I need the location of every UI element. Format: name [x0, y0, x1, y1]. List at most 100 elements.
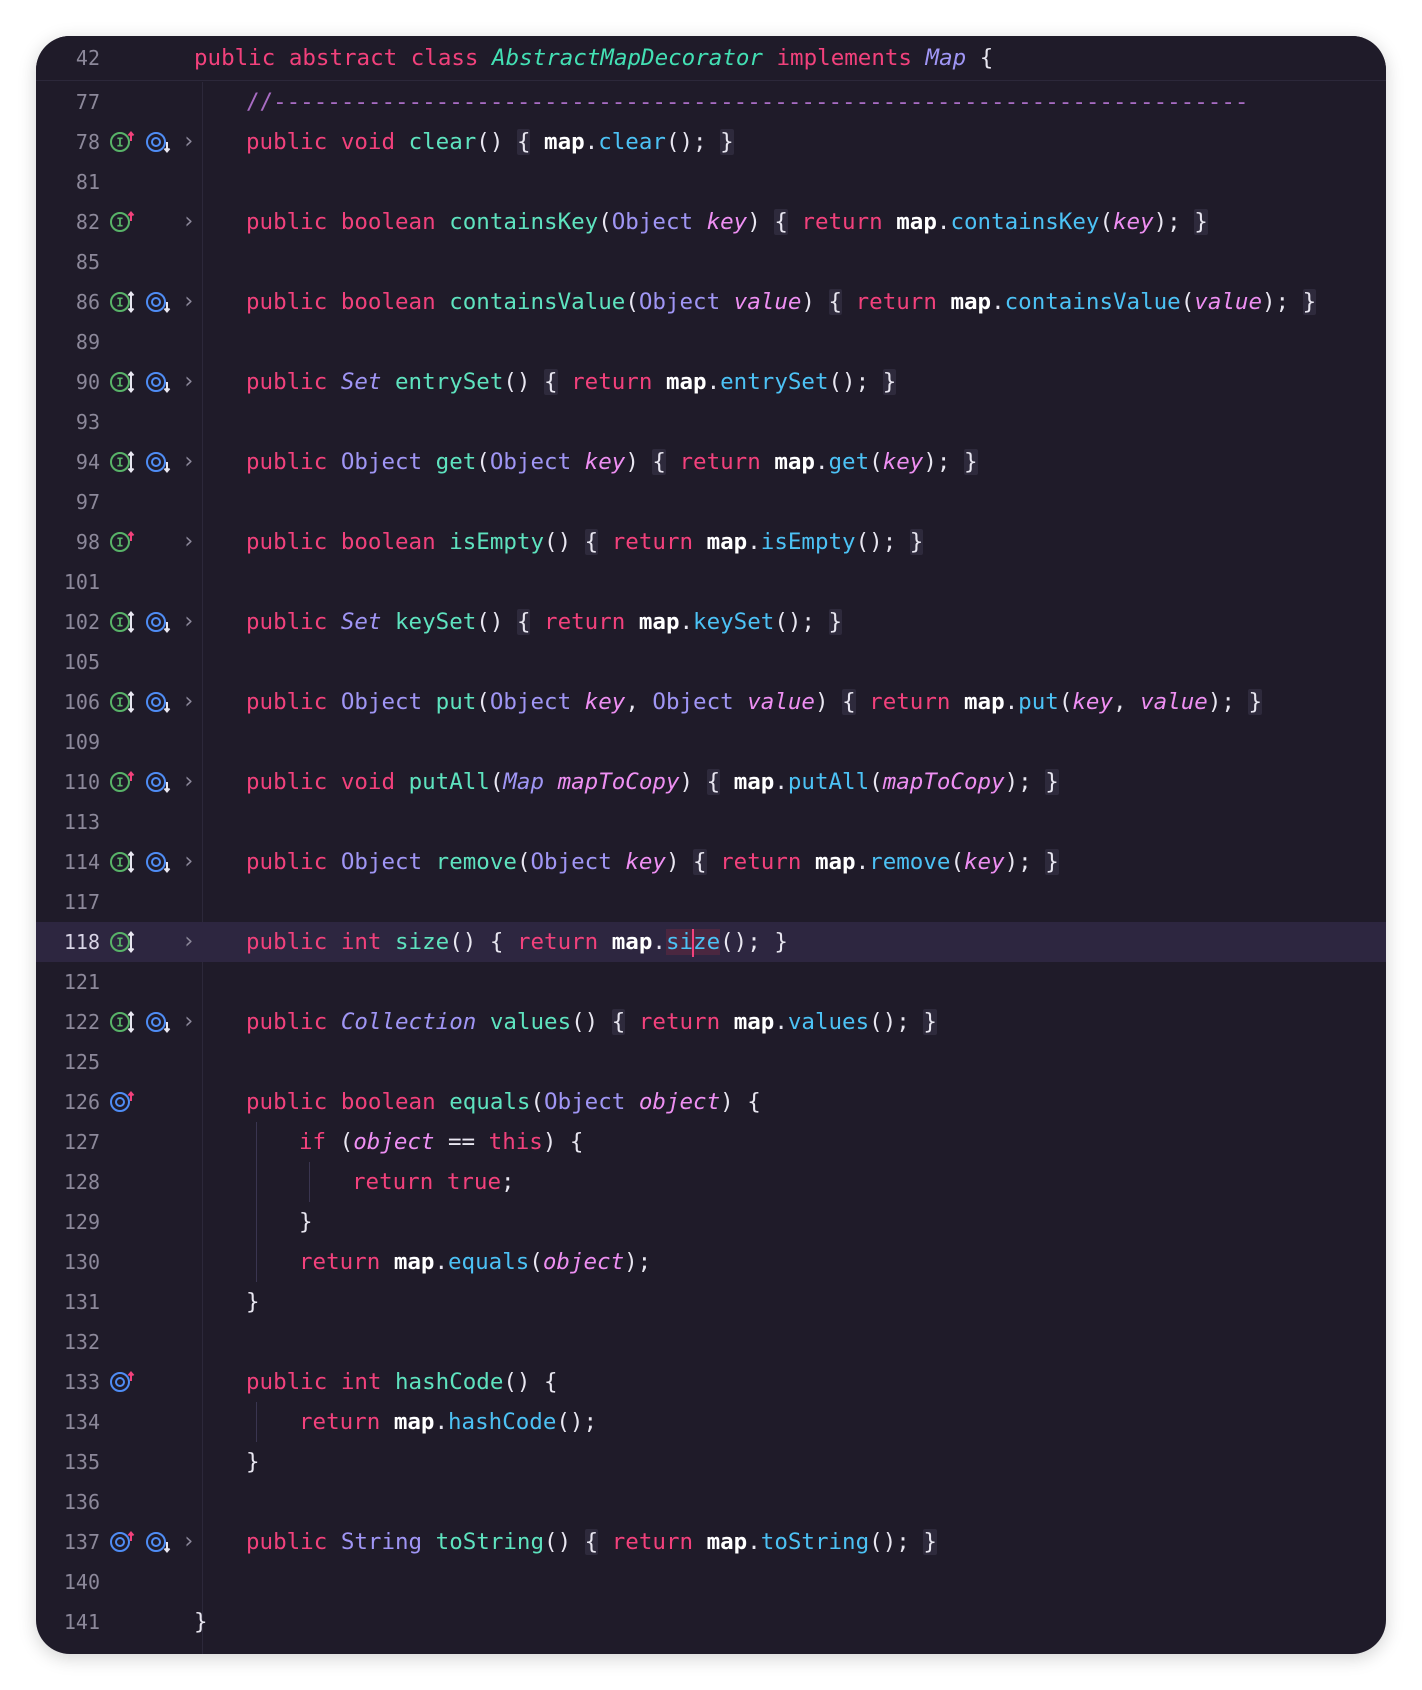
code-line-118-current[interactable]: 118 I › public int size() { return map.s… [36, 922, 1386, 962]
line-number[interactable]: 122 [36, 1002, 100, 1042]
code-line-94[interactable]: 94 I › public Object get(Object key) { r… [36, 442, 1386, 482]
line-number[interactable]: 117 [36, 882, 100, 922]
code-text[interactable]: public void clear() { map.clear(); } [246, 122, 734, 162]
line-number[interactable]: 132 [36, 1322, 100, 1362]
code-line-134[interactable]: 134 return map.hashCode(); [36, 1402, 1386, 1442]
line-number[interactable]: 97 [36, 482, 100, 522]
code-text[interactable]: public boolean containsKey(Object key) {… [246, 202, 1208, 242]
code-line-130[interactable]: 130 return map.equals(object); [36, 1242, 1386, 1282]
code-line-117[interactable]: 117 [36, 882, 1386, 922]
code-line-105[interactable]: 105 [36, 642, 1386, 682]
chevron-right-fold-icon[interactable]: › [182, 1522, 195, 1562]
implements-interface-updown-icon[interactable]: I [110, 930, 136, 954]
line-number[interactable]: 102 [36, 602, 100, 642]
code-line-77[interactable]: 77 //-----------------------------------… [36, 82, 1386, 122]
line-number[interactable]: 90 [36, 362, 100, 402]
code-text[interactable]: } [246, 1282, 260, 1322]
line-number[interactable]: 129 [36, 1202, 100, 1242]
code-text[interactable]: public int hashCode() { [246, 1362, 558, 1402]
code-line-101[interactable]: 101 [36, 562, 1386, 602]
code-line-133[interactable]: 133 public int hashCode() { [36, 1362, 1386, 1402]
chevron-right-fold-icon[interactable]: › [182, 842, 195, 882]
chevron-right-fold-icon[interactable]: › [182, 762, 195, 802]
code-line-121[interactable]: 121 [36, 962, 1386, 1002]
implements-interface-updown-icon[interactable]: I [110, 770, 136, 793]
overridden-down-icon[interactable] [146, 1531, 172, 1554]
code-line-131[interactable]: 131 } [36, 1282, 1386, 1322]
chevron-right-fold-icon[interactable]: › [182, 682, 195, 722]
line-number[interactable]: 81 [36, 162, 100, 202]
code-text[interactable]: public Object put(Object key, Object val… [246, 682, 1263, 722]
code-text[interactable]: public Set entrySet() { return map.entry… [246, 362, 897, 402]
overridden-down-icon[interactable] [146, 771, 172, 794]
line-number[interactable]: 89 [36, 322, 100, 362]
chevron-right-fold-icon[interactable]: › [182, 1002, 195, 1042]
chevron-right-fold-icon[interactable]: › [182, 122, 195, 162]
implements-interface-updown-icon[interactable]: I [110, 610, 136, 634]
line-number[interactable]: 118 [36, 922, 100, 962]
line-number[interactable]: 106 [36, 682, 100, 722]
line-number[interactable]: 135 [36, 1442, 100, 1482]
code-line-126[interactable]: 126 public boolean equals(Object object)… [36, 1082, 1386, 1122]
implements-interface-updown-icon[interactable]: I [110, 850, 136, 874]
line-number[interactable]: 141 [36, 1602, 100, 1642]
overridden-down-icon[interactable] [146, 371, 172, 394]
implements-interface-updown-icon[interactable]: I [110, 370, 136, 394]
code-line-97[interactable]: 97 [36, 482, 1386, 522]
section-separator-comment[interactable]: //--------------------------------------… [246, 82, 1248, 122]
line-number[interactable]: 136 [36, 1482, 100, 1522]
code-line-102[interactable]: 102 I › public Set keySet() { return map… [36, 602, 1386, 642]
code-text[interactable]: public boolean isEmpty() { return map.is… [246, 522, 924, 562]
line-number[interactable]: 42 [36, 38, 100, 78]
code-text[interactable]: return true; [352, 1162, 515, 1202]
code-line-86[interactable]: 86 I › public boolean containsValue(Obje… [36, 282, 1386, 322]
overrides-method-up-icon[interactable] [110, 1530, 136, 1553]
code-line-132[interactable]: 132 [36, 1322, 1386, 1362]
line-number[interactable]: 78 [36, 122, 100, 162]
code-line-114[interactable]: 114 I › public Object remove(Object key)… [36, 842, 1386, 882]
implements-interface-updown-icon[interactable]: I [110, 1010, 136, 1034]
implements-interface-updown-icon[interactable]: I [110, 130, 136, 153]
code-line-141[interactable]: 141 } [36, 1602, 1386, 1642]
overrides-method-up-icon[interactable] [110, 1370, 136, 1393]
code-line-127[interactable]: 127 if (object == this) { [36, 1122, 1386, 1162]
overridden-down-icon[interactable] [146, 291, 172, 314]
line-number[interactable]: 109 [36, 722, 100, 762]
chevron-right-fold-icon[interactable]: › [182, 922, 195, 962]
code-line-136[interactable]: 136 [36, 1482, 1386, 1522]
code-editor[interactable]: 42 public abstract class AbstractMapDeco… [36, 36, 1386, 1654]
line-number[interactable]: 85 [36, 242, 100, 282]
code-line-81[interactable]: 81 [36, 162, 1386, 202]
chevron-right-fold-icon[interactable]: › [182, 362, 195, 402]
code-line-113[interactable]: 113 [36, 802, 1386, 842]
line-number[interactable]: 86 [36, 282, 100, 322]
line-number[interactable]: 114 [36, 842, 100, 882]
code-line-109[interactable]: 109 [36, 722, 1386, 762]
overrides-method-up-icon[interactable] [110, 1090, 136, 1113]
code-text[interactable]: public int size() { return map.size(); } [246, 922, 788, 962]
overridden-down-icon[interactable] [146, 851, 172, 874]
line-number[interactable]: 93 [36, 402, 100, 442]
code-line-85[interactable]: 85 [36, 242, 1386, 282]
code-text[interactable]: public boolean containsValue(Object valu… [246, 282, 1317, 322]
code-text[interactable]: if (object == this) { [299, 1122, 583, 1162]
implements-interface-up-icon[interactable]: I [110, 530, 136, 553]
code-line-106[interactable]: 106 I › public Object put(Object key, Ob… [36, 682, 1386, 722]
line-number[interactable]: 133 [36, 1362, 100, 1402]
line-number[interactable]: 127 [36, 1122, 100, 1162]
chevron-right-fold-icon[interactable]: › [182, 602, 195, 642]
code-text[interactable]: public boolean equals(Object object) { [246, 1082, 761, 1122]
code-line-110[interactable]: 110 I › public void putAll(Map mapToCopy… [36, 762, 1386, 802]
code-text[interactable]: } [194, 1602, 208, 1642]
code-line-82[interactable]: 82 I › public boolean containsKey(Object… [36, 202, 1386, 242]
code-line-93[interactable]: 93 [36, 402, 1386, 442]
code-line-125[interactable]: 125 [36, 1042, 1386, 1082]
overridden-down-icon[interactable] [146, 131, 172, 154]
code-text[interactable]: public Object remove(Object key) { retur… [246, 842, 1059, 882]
overridden-down-icon[interactable] [146, 691, 172, 714]
line-number[interactable]: 128 [36, 1162, 100, 1202]
line-number[interactable]: 130 [36, 1242, 100, 1282]
code-text[interactable]: return map.hashCode(); [299, 1402, 597, 1442]
code-line-128[interactable]: 128 return true; [36, 1162, 1386, 1202]
sticky-class-header[interactable]: 42 public abstract class AbstractMapDeco… [36, 36, 1386, 81]
